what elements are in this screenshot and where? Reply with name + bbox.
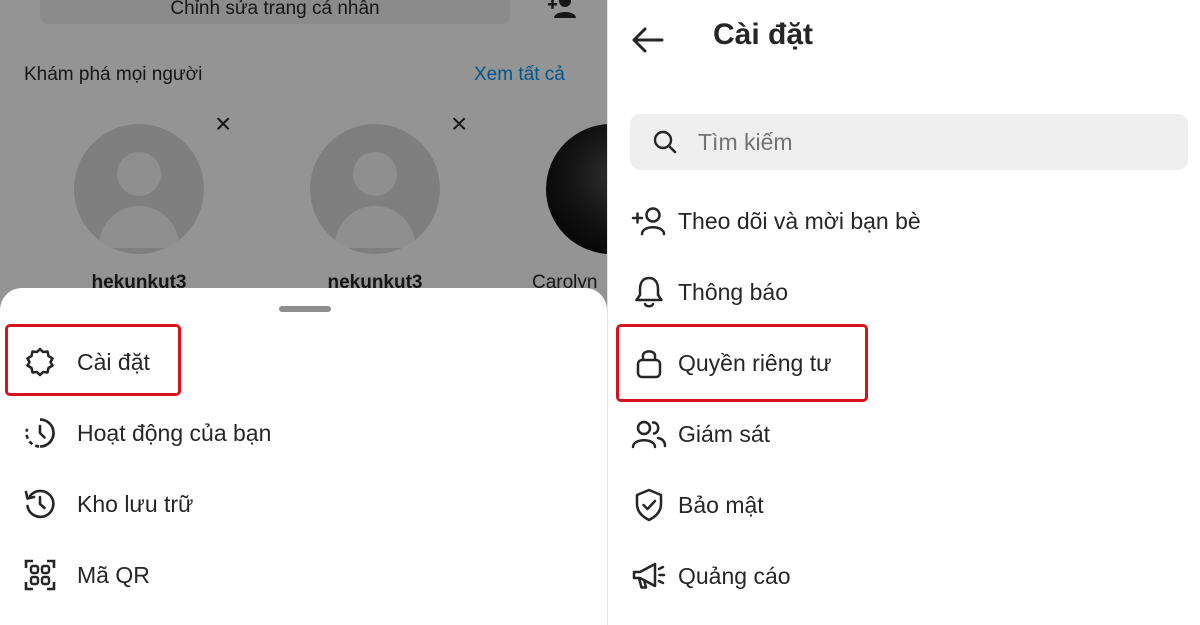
menu-item-archive[interactable]: Kho lưu trữ — [22, 481, 193, 527]
settings-item-follow-invite[interactable]: Theo dõi và mời bạn bè — [630, 198, 921, 244]
megaphone-icon — [630, 557, 668, 595]
page-title: Cài đặt — [713, 18, 814, 51]
menu-item-qr-code[interactable]: Mã QR — [22, 552, 150, 598]
bottom-sheet-menu: Cài đặt Hoạt động của bạn Kho lưu trữ Mã… — [0, 288, 607, 625]
bell-icon — [630, 273, 668, 311]
settings-item-supervision[interactable]: Giám sát — [630, 411, 770, 457]
archive-history-icon — [22, 486, 58, 522]
menu-item-label: Mã QR — [77, 561, 150, 588]
settings-item-label: Bảo mật — [678, 491, 764, 518]
menu-item-label: Kho lưu trữ — [77, 490, 194, 517]
settings-item-label: Theo dõi và mời bạn bè — [678, 207, 921, 234]
sheet-drag-handle[interactable] — [279, 306, 331, 312]
menu-item-label: Hoạt động của bạn — [77, 419, 272, 446]
settings-screen: Cài đặt Theo dõi và mời bạn bè Thông báo — [607, 0, 1200, 625]
settings-item-ads[interactable]: Quảng cáo — [630, 553, 791, 599]
settings-item-label: Quảng cáo — [678, 562, 791, 589]
profile-screen: Chỉnh sửa trang cá nhân Khám phá mọi ngư… — [0, 0, 607, 625]
privacy-highlight-box — [616, 324, 868, 402]
supervision-people-icon — [630, 415, 668, 453]
search-input[interactable] — [698, 128, 1178, 156]
settings-item-label: Giám sát — [678, 420, 771, 447]
add-person-icon — [630, 202, 668, 240]
search-icon — [653, 130, 677, 154]
qr-code-icon — [22, 557, 58, 593]
settings-item-notifications[interactable]: Thông báo — [630, 269, 788, 315]
menu-item-your-activity[interactable]: Hoạt động của bạn — [22, 410, 271, 456]
back-arrow-icon[interactable] — [630, 22, 666, 58]
settings-highlight-box — [5, 324, 181, 396]
shield-check-icon — [630, 486, 668, 524]
settings-item-security[interactable]: Bảo mật — [630, 482, 764, 528]
activity-clock-icon — [22, 415, 58, 451]
settings-item-label: Thông báo — [678, 278, 788, 305]
search-bar[interactable] — [630, 114, 1188, 170]
